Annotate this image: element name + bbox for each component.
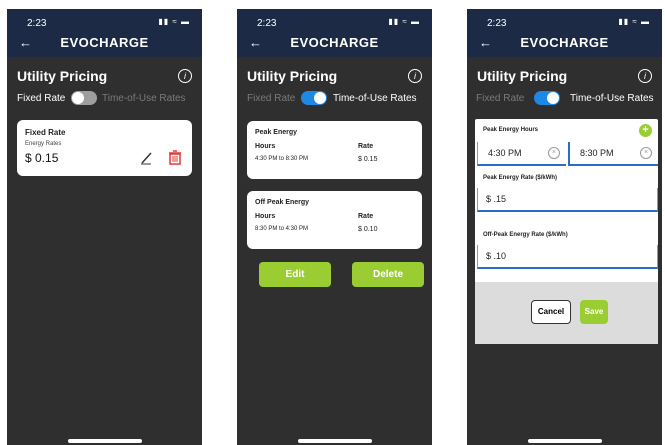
info-icon[interactable]: i bbox=[408, 69, 422, 83]
top-bar: 2:23 ▮▮ ≈ ▬ ← EVOCHARGE bbox=[237, 9, 432, 57]
status-icons: ▮▮ ≈ ▬ bbox=[388, 17, 420, 26]
fixed-rate-card: Fixed Rate Energy Rates $ 0.15 bbox=[17, 120, 192, 176]
brand-logo: EVOCHARGE bbox=[290, 35, 379, 50]
clear-end-icon[interactable]: × bbox=[640, 147, 652, 159]
brand-logo: EVOCHARGE bbox=[60, 35, 149, 50]
offpeak-rate-label: Off-Peak Energy Rate ($/kWh) bbox=[483, 232, 568, 238]
form-actions: Cancel Save bbox=[475, 282, 658, 344]
offpeak-rate-input[interactable]: $ .10 bbox=[477, 245, 658, 269]
rate-type-toggle[interactable] bbox=[301, 91, 327, 105]
peak-rate-input[interactable]: $ .15 bbox=[477, 188, 658, 212]
end-time-input[interactable]: 8:30 PM × bbox=[568, 142, 658, 166]
peak-hours-value: 4:30 PM to 8:30 PM bbox=[255, 156, 309, 162]
peak-energy-card: Peak Energy Hours Rate 4:30 PM to 8:30 P… bbox=[247, 121, 422, 179]
home-indicator bbox=[297, 439, 372, 443]
toggle-knob bbox=[547, 92, 559, 104]
tou-rate-label: Time-of-Use Rates bbox=[102, 93, 186, 104]
top-bar: 2:23 ▮▮ ≈ ▬ ← EVOCHARGE bbox=[7, 9, 202, 57]
edit-button[interactable]: Edit bbox=[259, 262, 331, 287]
peak-rate-value: $ .15 bbox=[486, 194, 507, 204]
phone-screen-fixed-rate: 2:23 ▮▮ ≈ ▬ ← EVOCHARGE Utility Pricing … bbox=[7, 9, 202, 445]
peak-title: Peak Energy bbox=[255, 129, 298, 136]
status-icons: ▮▮ ≈ ▬ bbox=[618, 17, 650, 26]
rate-label: Rate bbox=[358, 143, 374, 150]
page-title: Utility Pricing bbox=[247, 68, 338, 84]
tou-rate-label: Time-of-Use Rates bbox=[333, 93, 417, 104]
hours-label: Hours bbox=[255, 143, 276, 150]
end-time-value: 8:30 PM bbox=[580, 148, 614, 158]
info-icon[interactable]: i bbox=[638, 69, 652, 83]
page-title: Utility Pricing bbox=[17, 68, 108, 84]
offpeak-hours-value: 8:30 PM to 4:30 PM bbox=[255, 226, 309, 232]
status-time: 2:23 bbox=[27, 18, 47, 29]
phone-screen-edit-rates: 2:23 ▮▮ ≈ ▬ ← EVOCHARGE Utility Pricing … bbox=[467, 9, 662, 445]
rate-label: Rate bbox=[358, 213, 374, 220]
offpeak-rate-value: $ 0.10 bbox=[358, 226, 378, 233]
offpeak-title: Off Peak Energy bbox=[255, 199, 310, 206]
phone-screen-tou-rates: 2:23 ▮▮ ≈ ▬ ← EVOCHARGE Utility Pricing … bbox=[237, 9, 432, 445]
card-title: Fixed Rate bbox=[25, 128, 66, 137]
home-indicator bbox=[527, 439, 602, 443]
clear-start-icon[interactable]: × bbox=[548, 147, 560, 159]
cancel-button[interactable]: Cancel bbox=[531, 300, 571, 324]
offpeak-energy-card: Off Peak Energy Hours Rate 8:30 PM to 4:… bbox=[247, 191, 422, 249]
toggle-knob bbox=[314, 92, 326, 104]
rate-type-toggle[interactable] bbox=[534, 91, 560, 105]
fixed-rate-label: Fixed Rate bbox=[476, 93, 525, 104]
rate-type-toggle[interactable] bbox=[71, 91, 97, 105]
start-time-input[interactable]: 4:30 PM × bbox=[477, 142, 566, 166]
energy-rates-label: Energy Rates bbox=[25, 141, 62, 147]
edit-rates-form: Peak Energy Hours + 4:30 PM × 8:30 PM × … bbox=[475, 119, 658, 344]
delete-button[interactable]: Delete bbox=[352, 262, 424, 287]
fixed-rate-label: Fixed Rate bbox=[247, 93, 296, 104]
peak-hours-title: Peak Energy Hours bbox=[483, 127, 539, 133]
page-title: Utility Pricing bbox=[477, 68, 568, 84]
pencil-icon[interactable] bbox=[139, 151, 155, 165]
hours-label: Hours bbox=[255, 213, 276, 220]
home-indicator bbox=[67, 439, 142, 443]
status-time: 2:23 bbox=[257, 18, 277, 29]
fixed-rate-label: Fixed Rate bbox=[17, 93, 66, 104]
tou-rate-label: Time-of-Use Rates bbox=[570, 93, 654, 104]
status-icons: ▮▮ ≈ ▬ bbox=[158, 17, 190, 26]
top-bar: 2:23 ▮▮ ≈ ▬ ← EVOCHARGE bbox=[467, 9, 662, 57]
peak-rate-value: $ 0.15 bbox=[358, 156, 378, 163]
offpeak-rate-value: $ .10 bbox=[486, 251, 507, 261]
start-time-value: 4:30 PM bbox=[488, 148, 522, 158]
brand-logo: EVOCHARGE bbox=[520, 35, 609, 50]
info-icon[interactable]: i bbox=[178, 69, 192, 83]
rate-value: $ 0.15 bbox=[25, 151, 59, 165]
trash-icon[interactable] bbox=[168, 150, 182, 165]
status-time: 2:23 bbox=[487, 18, 507, 29]
add-icon[interactable]: + bbox=[639, 124, 652, 137]
toggle-knob bbox=[72, 92, 84, 104]
save-button[interactable]: Save bbox=[580, 300, 608, 324]
peak-rate-label: Peak Energy Rate ($/kWh) bbox=[483, 175, 558, 181]
